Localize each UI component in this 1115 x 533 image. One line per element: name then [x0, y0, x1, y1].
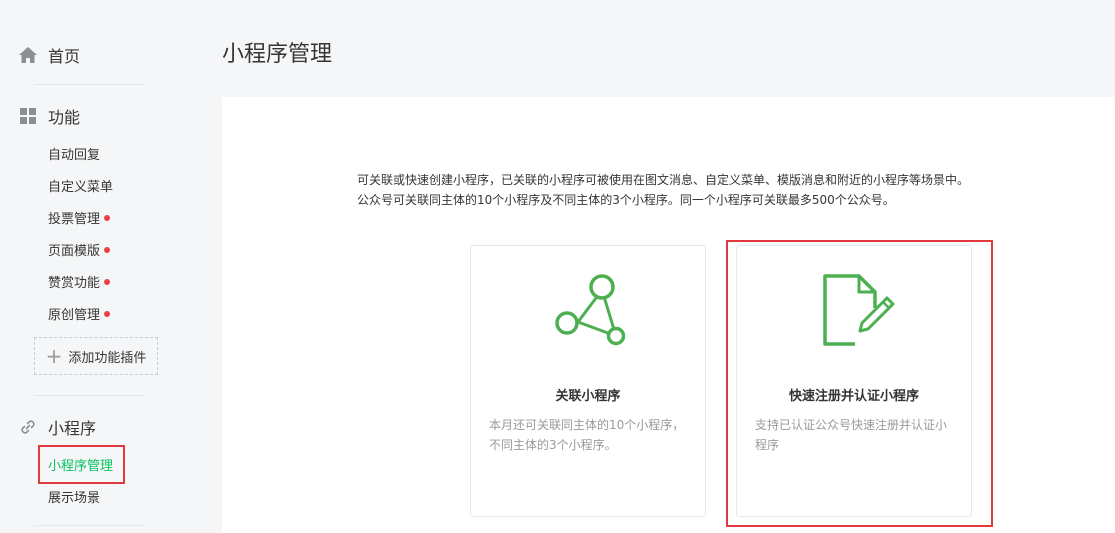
grid-icon: [18, 106, 38, 126]
quick-register-miniprogram-card[interactable]: 快速注册并认证小程序 支持已认证公众号快速注册并认证小程序: [736, 245, 972, 517]
sidebar-section-features: 功能: [18, 104, 80, 128]
sidebar-item-reward[interactable]: 赞赏功能: [48, 272, 111, 291]
sidebar-item-label: 投票管理: [48, 212, 101, 227]
new-badge-dot: [104, 278, 111, 285]
sidebar-item-label: 原创管理: [48, 308, 101, 323]
page-description: 可关联或快速创建小程序，已关联的小程序可被使用在图文消息、自定义菜单、模版消息和…: [357, 170, 969, 210]
sidebar-item-label: 自动回复: [48, 148, 101, 163]
sidebar-divider: [34, 395, 144, 396]
share-network-icon: [471, 268, 705, 350]
sidebar-section-label: 小程序: [48, 419, 97, 438]
sidebar-item-custom-menu[interactable]: 自定义菜单: [48, 176, 113, 195]
sidebar-item-original-management[interactable]: 原创管理: [48, 304, 111, 323]
sidebar-item-vote-management[interactable]: 投票管理: [48, 208, 111, 227]
sidebar-item-label: 展示场景: [48, 491, 101, 506]
sidebar-section-miniprogram: 小程序: [18, 415, 96, 439]
sidebar-item-home[interactable]: 首页: [18, 43, 80, 67]
sidebar-item-label: 自定义菜单: [48, 180, 114, 195]
plus-icon: +: [45, 344, 63, 368]
sidebar: 首页 功能 自动回复 自定义菜单 投票管理 页面模版 赞赏功能 原创管理 + 添…: [0, 0, 222, 533]
sidebar-section-label: 功能: [48, 108, 81, 127]
link-icon: [18, 417, 38, 437]
card-description: 支持已认证公众号快速注册并认证小程序: [755, 418, 948, 452]
sidebar-divider: [34, 525, 144, 526]
link-miniprogram-card[interactable]: 关联小程序 本月还可关联同主体的10个小程序，不同主体的3个小程序。: [470, 245, 706, 517]
home-icon: [18, 45, 38, 65]
card-title: 关联小程序: [555, 389, 621, 404]
card-description: 本月还可关联同主体的10个小程序，不同主体的3个小程序。: [489, 418, 685, 452]
sidebar-divider: [34, 84, 144, 85]
sidebar-item-label: 首页: [48, 47, 81, 66]
page-title: 小程序管理: [222, 42, 333, 67]
new-badge-dot: [104, 246, 111, 253]
new-badge-dot: [104, 214, 111, 221]
sidebar-item-display-scene[interactable]: 展示场景: [48, 487, 100, 506]
description-line: 可关联或快速创建小程序，已关联的小程序可被使用在图文消息、自定义菜单、模版消息和…: [357, 173, 970, 187]
sidebar-item-auto-reply[interactable]: 自动回复: [48, 144, 100, 163]
description-line: 公众号可关联同主体的10个小程序及不同主体的3个小程序。同一个小程序可关联最多5…: [357, 193, 895, 207]
sidebar-item-label: 页面模版: [48, 244, 101, 259]
add-plugin-button[interactable]: + 添加功能插件: [34, 337, 158, 375]
document-edit-icon: [737, 268, 971, 350]
new-badge-dot: [104, 310, 111, 317]
add-plugin-label: 添加功能插件: [68, 350, 147, 366]
sidebar-item-label: 赞赏功能: [48, 276, 101, 291]
sidebar-item-page-template[interactable]: 页面模版: [48, 240, 111, 259]
sidebar-item-label: 小程序管理: [48, 459, 114, 474]
card-title: 快速注册并认证小程序: [788, 389, 919, 404]
sidebar-item-miniprogram-management[interactable]: 小程序管理: [48, 455, 113, 474]
